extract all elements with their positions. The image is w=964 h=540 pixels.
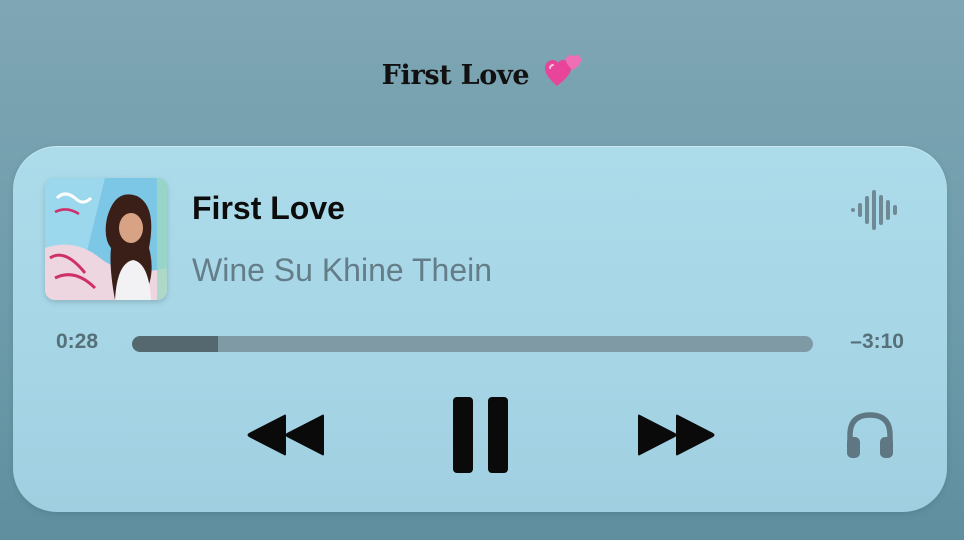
album-artwork[interactable] [45, 178, 167, 300]
audio-output-button[interactable] [845, 410, 895, 460]
now-playing-widget: First Love Wine Su Khine Thein 0:28 –3:1… [13, 146, 947, 512]
headphones-icon [847, 412, 893, 458]
track-title: First Love [192, 190, 345, 226]
progress-fill [132, 336, 219, 352]
remaining-time: –3:10 [850, 330, 904, 353]
elapsed-time: 0:28 [56, 330, 99, 353]
waveform-icon [851, 190, 897, 234]
fast-forward-icon [638, 414, 715, 456]
story-caption: First Love [0, 52, 964, 95]
progress-bar[interactable] [132, 336, 813, 352]
pause-button[interactable] [453, 397, 511, 473]
rewind-icon [247, 414, 324, 456]
fast-forward-button[interactable] [638, 412, 718, 458]
two-hearts-icon [544, 52, 582, 95]
pause-icon [453, 397, 508, 473]
caption-title: First Love [381, 60, 530, 91]
artist-name[interactable]: Wine Su Khine Thein [192, 252, 492, 289]
rewind-button[interactable] [246, 412, 326, 458]
